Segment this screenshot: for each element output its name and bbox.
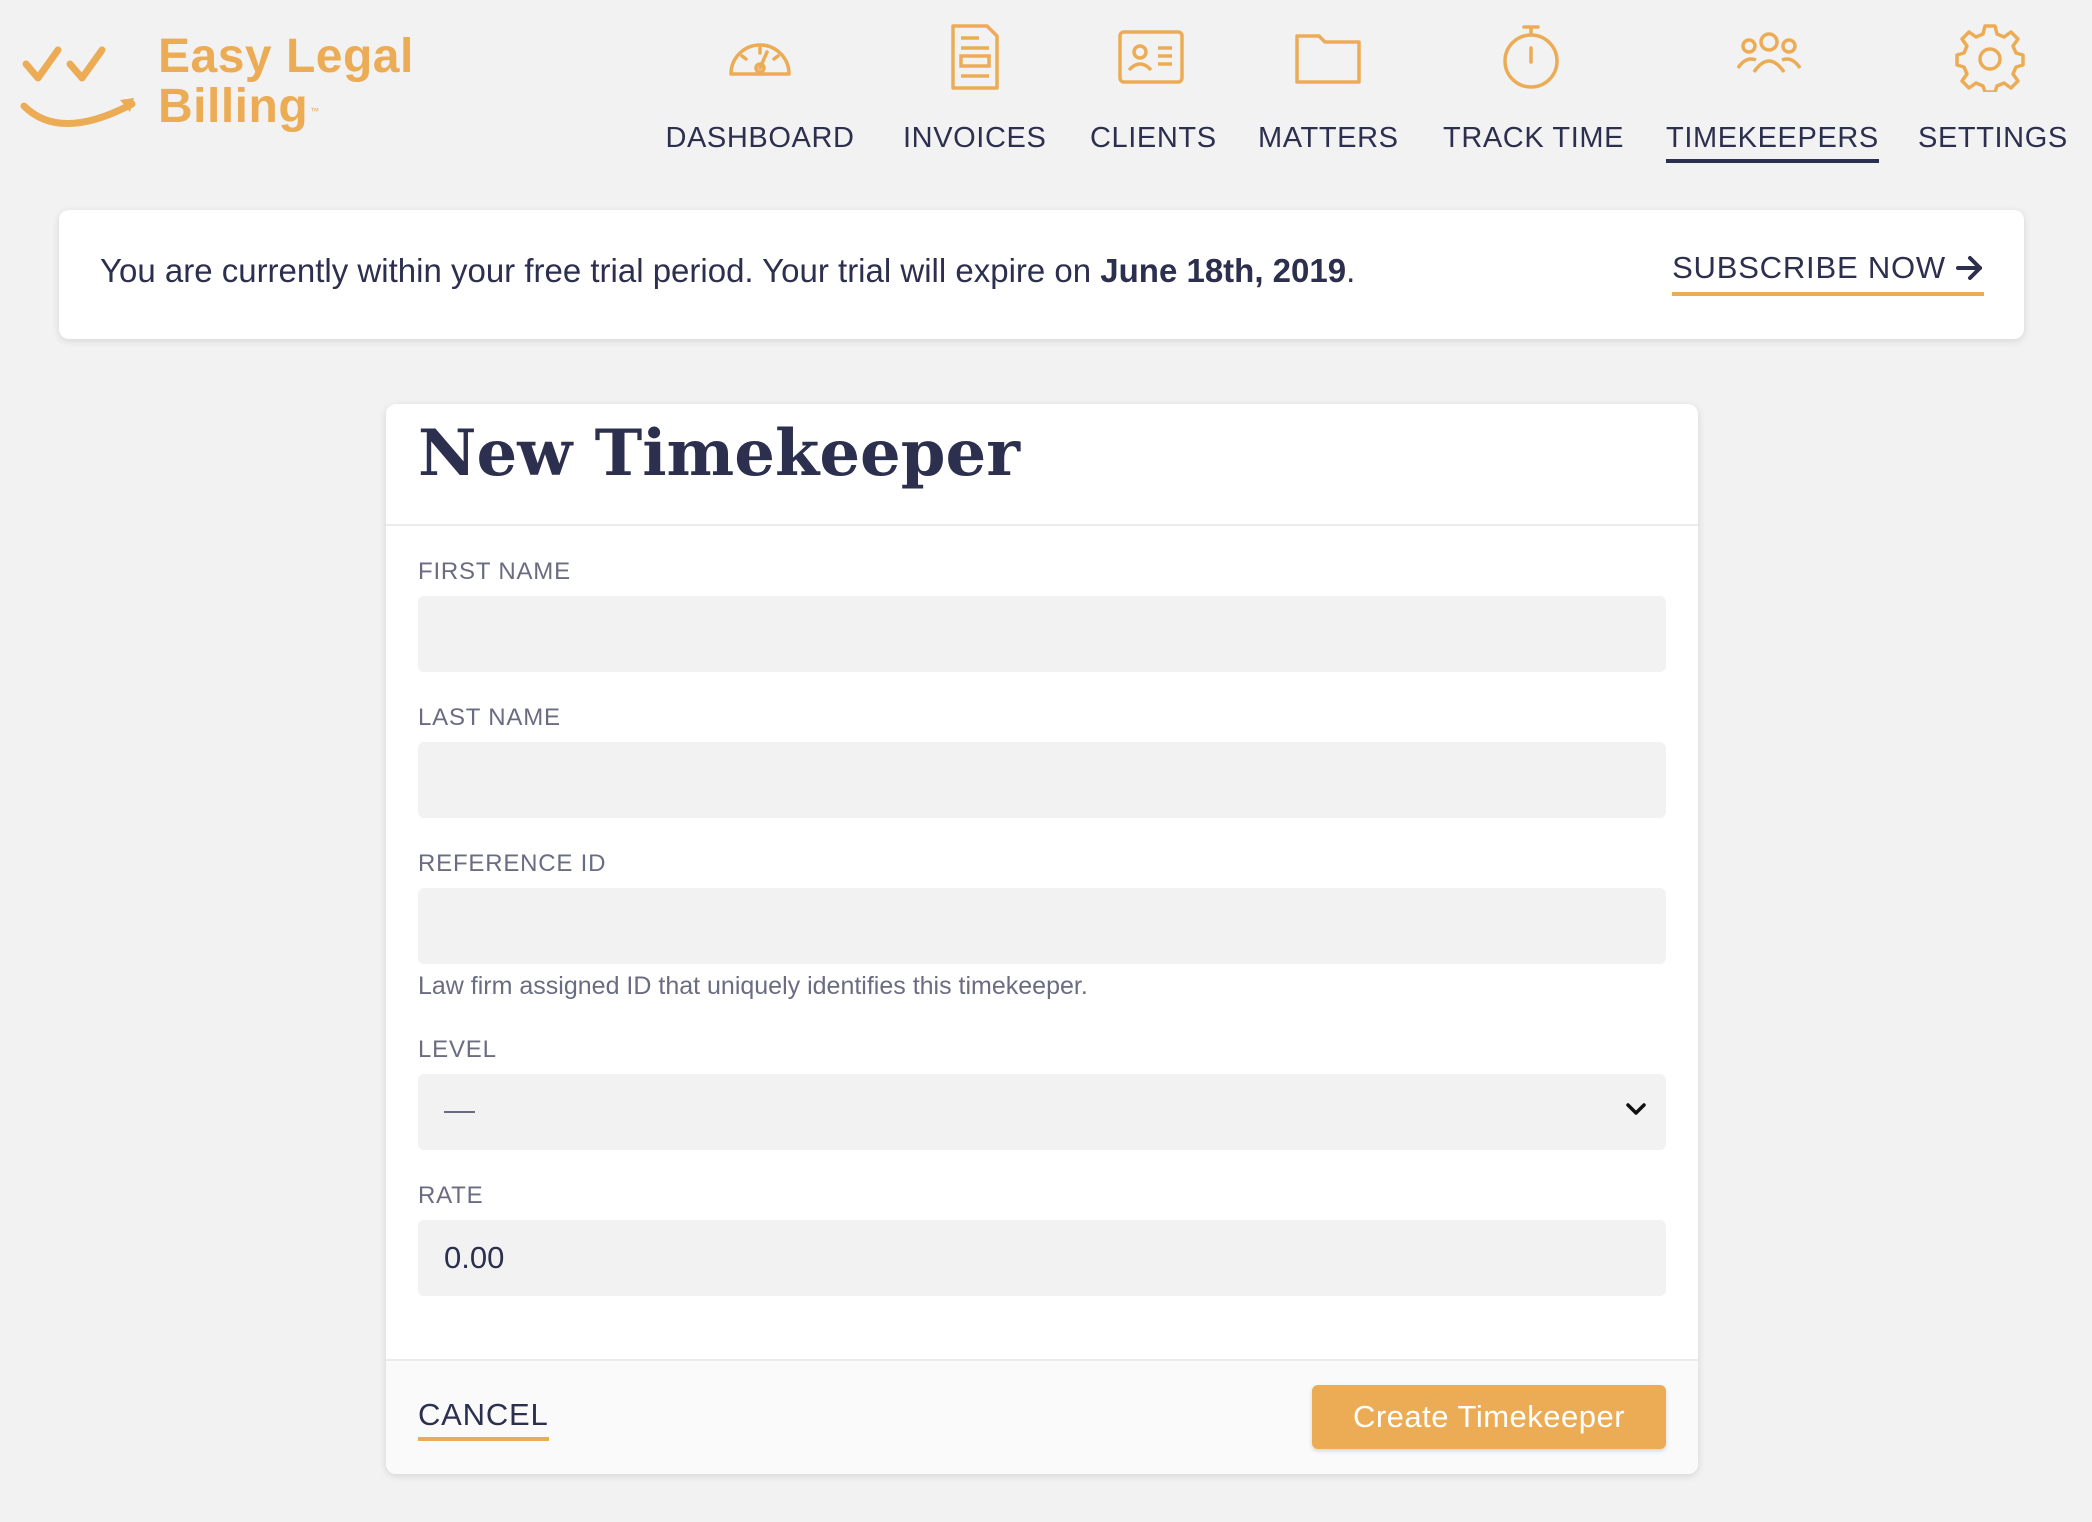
first-name-input[interactable]: [418, 596, 1666, 672]
nav-item-timekeepers[interactable]: TIMEKEEPERS: [1666, 22, 1879, 163]
level-selected-value: —: [444, 1092, 475, 1127]
nav-label-timekeepers: TIMEKEEPERS: [1666, 122, 1879, 163]
first-name-label: FIRST NAME: [418, 558, 571, 585]
nav-item-invoices[interactable]: INVOICES: [903, 22, 1047, 159]
last-name-label: LAST NAME: [418, 704, 561, 731]
nav-label-dashboard: DASHBOARD: [665, 122, 855, 154]
main-nav: DASHBOARD INVOICES CLIENTS MATTERS TRACK…: [0, 22, 2092, 163]
nav-item-dashboard[interactable]: DASHBOARD: [664, 22, 856, 159]
contact-card-icon: [1118, 30, 1184, 84]
reference-id-input[interactable]: [418, 888, 1666, 964]
nav-label-invoices: INVOICES: [903, 122, 1047, 154]
nav-item-matters[interactable]: MATTERS: [1258, 22, 1398, 159]
trial-expiry-date: June 18th, 2019: [1100, 252, 1347, 289]
gauge-icon: [729, 43, 791, 76]
form-footer: CANCEL Create Timekeeper: [386, 1359, 1698, 1474]
last-name-input[interactable]: [418, 742, 1666, 818]
nav-label-settings: SETTINGS: [1918, 122, 2068, 154]
stopwatch-icon: [1503, 25, 1559, 89]
form-header: New Timekeeper: [386, 404, 1698, 526]
trial-message-text: You are currently within your free trial…: [100, 252, 1101, 289]
level-label: LEVEL: [418, 1036, 497, 1063]
nav-item-track-time[interactable]: TRACK TIME: [1443, 22, 1623, 159]
create-timekeeper-button[interactable]: Create Timekeeper: [1312, 1385, 1666, 1449]
page: Easy Legal Billing ™ DASHBOARD INVOICES …: [0, 0, 2092, 1522]
subscribe-now-label: SUBSCRIBE NOW: [1672, 250, 1946, 285]
gear-icon: [1955, 24, 2025, 92]
subscribe-now-link[interactable]: SUBSCRIBE NOW: [1672, 250, 1984, 296]
trial-message-suffix: .: [1346, 252, 1356, 289]
nav-label-track-time: TRACK TIME: [1443, 122, 1625, 154]
reference-id-help: Law firm assigned ID that uniquely ident…: [418, 972, 1088, 1000]
rate-label: RATE: [418, 1182, 484, 1209]
folder-icon: [1295, 34, 1361, 84]
nav-item-clients[interactable]: CLIENTS: [1090, 22, 1216, 159]
cancel-button[interactable]: CANCEL: [418, 1397, 549, 1441]
reference-id-label: REFERENCE ID: [418, 850, 607, 877]
trial-message: You are currently within your free trial…: [100, 252, 1355, 290]
level-select[interactable]: —: [418, 1074, 1666, 1150]
page-title: New Timekeeper: [418, 416, 1020, 491]
chevron-down-icon: [1626, 1103, 1646, 1115]
people-icon: [1736, 32, 1802, 74]
rate-input[interactable]: [418, 1220, 1666, 1296]
nav-label-clients: CLIENTS: [1090, 122, 1217, 154]
document-icon: [951, 24, 999, 90]
new-timekeeper-form: New Timekeeper FIRST NAME LAST NAME REFE…: [386, 404, 1698, 1474]
nav-item-settings[interactable]: SETTINGS: [1918, 22, 2067, 159]
arrow-right-icon: [1956, 256, 1982, 280]
nav-label-matters: MATTERS: [1258, 122, 1399, 154]
trial-banner: You are currently within your free trial…: [59, 210, 2024, 339]
